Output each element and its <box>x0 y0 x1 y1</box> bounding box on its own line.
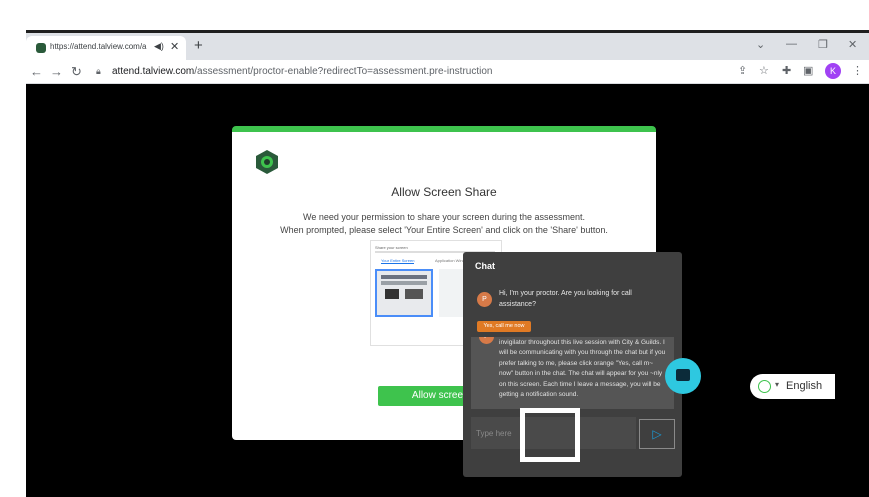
back-icon[interactable]: ← <box>30 64 43 79</box>
proctor-avatar: P <box>479 337 494 344</box>
chat-launcher-button[interactable] <box>665 358 701 394</box>
send-button[interactable]: ▷ <box>639 419 675 449</box>
url-text: attend.talview.com/assessment/proctor-en… <box>112 66 492 77</box>
screenshot: https://attend.talview.com/a ◀) ✕ + ⌄ — … <box>0 0 869 497</box>
favicon-icon <box>36 43 46 53</box>
menu-kebab-icon[interactable]: ⋮ <box>852 64 863 77</box>
preview-title: Share your screen <box>375 245 408 250</box>
chat-header: Chat <box>475 261 495 271</box>
chat-message: Hi, I'm your proctor. Are you looking fo… <box>499 290 632 308</box>
lock-icon[interactable]: 🔒︎ <box>96 66 101 77</box>
chat-message-scroll[interactable]: P invigilator throughout this live sessi… <box>471 337 674 409</box>
highlight-box <box>520 408 580 462</box>
extensions-icon[interactable]: ✚ <box>782 64 791 77</box>
chevron-down-icon: ▾ <box>775 380 780 389</box>
preview-tab-entire-screen: Your Entire Screen <box>381 258 415 264</box>
browser-tab[interactable]: https://attend.talview.com/a ◀) ✕ <box>26 36 186 60</box>
globe-icon <box>758 380 771 393</box>
restore-icon[interactable]: ❐ <box>818 38 828 51</box>
profile-avatar[interactable]: K <box>825 63 841 79</box>
browser-toolbar: ← → ↻ 🔒︎ attend.talview.com/assessment/p… <box>26 60 869 84</box>
card-message-line1: We need your permission to share your sc… <box>303 212 585 222</box>
chat-message: invigilator throughout this live session… <box>499 339 666 399</box>
card-message-line2: When prompted, please select 'Your Entir… <box>280 225 608 235</box>
page-viewport: Allow Screen Share We need your permissi… <box>26 84 869 497</box>
minimize-icon[interactable]: — <box>786 38 797 50</box>
chat-bubble-icon <box>676 369 690 381</box>
preview-screen-thumbnail <box>375 269 433 317</box>
side-panel-icon[interactable]: ▣ <box>803 64 813 77</box>
tab-strip: https://attend.talview.com/a ◀) ✕ + ⌄ — … <box>26 33 869 60</box>
new-tab-icon[interactable]: + <box>194 37 203 54</box>
close-tab-icon[interactable]: ✕ <box>170 40 179 53</box>
reload-icon[interactable]: ↻ <box>71 64 82 80</box>
tab-search-icon[interactable]: ⌄ <box>756 38 765 51</box>
call-me-now-button[interactable]: Yes, call me now <box>477 321 531 332</box>
card-title: Allow Screen Share <box>391 185 497 199</box>
tab-title: https://attend.talview.com/a <box>50 42 147 51</box>
talview-logo-icon <box>256 150 278 174</box>
address-bar[interactable]: 🔒︎ attend.talview.com/assessment/proctor… <box>92 63 732 81</box>
proctor-avatar: P <box>477 292 492 307</box>
close-window-icon[interactable]: ✕ <box>848 38 857 51</box>
url-path: /assessment/proctor-enable?redirectTo=as… <box>194 66 493 77</box>
forward-icon[interactable]: → <box>50 64 63 79</box>
speaker-icon[interactable]: ◀) <box>154 41 164 52</box>
browser-window: https://attend.talview.com/a ◀) ✕ + ⌄ — … <box>26 30 869 497</box>
share-icon[interactable]: ⇪ <box>738 64 747 77</box>
bookmark-star-icon[interactable]: ☆ <box>759 64 769 77</box>
url-host: attend.talview.com <box>112 66 195 77</box>
card-message: We need your permission to share your sc… <box>232 211 656 237</box>
language-selector[interactable]: ▾ English <box>750 374 835 399</box>
send-icon: ▷ <box>652 427 662 441</box>
language-label: English <box>786 380 823 392</box>
